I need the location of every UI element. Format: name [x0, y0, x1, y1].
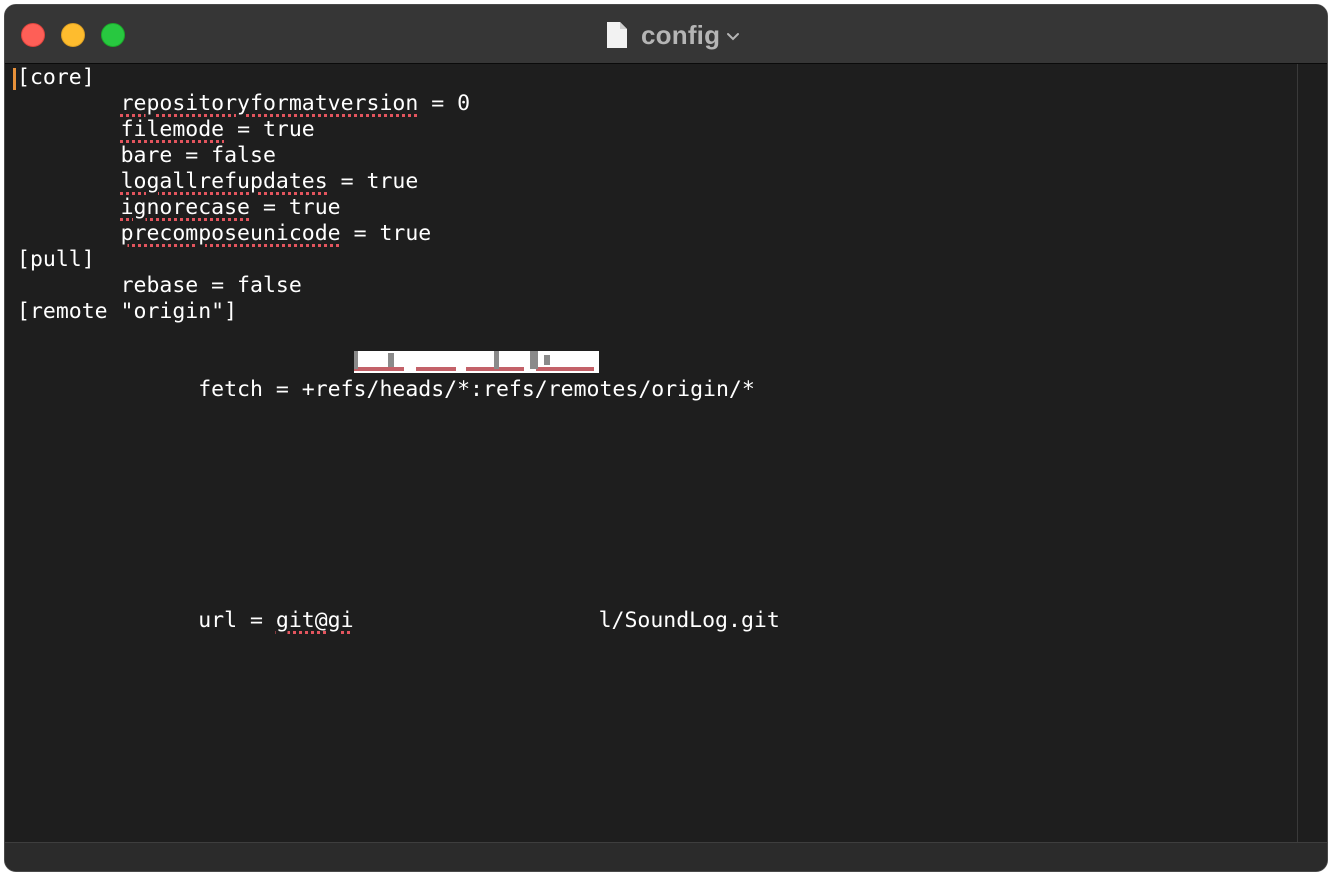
config-line[interactable]: rebase = false	[17, 273, 302, 299]
config-line[interactable]: [pull]	[17, 247, 95, 273]
title-bar[interactable]: config	[5, 5, 1327, 64]
config-line-fetch[interactable]: fetch = +refs/heads/*:refs/remotes/origi…	[17, 351, 755, 402]
line-text: = true	[340, 221, 432, 246]
text-editor-window: config [core] repositoryformatversion = …	[4, 4, 1328, 872]
url-value-end: l/SoundLog.git	[598, 608, 780, 633]
misspelled-word: repositoryformatversion	[120, 91, 419, 116]
config-line[interactable]: logallrefupdates = true	[17, 169, 419, 195]
line-text: = true	[224, 117, 315, 142]
bottom-bar	[5, 842, 1327, 871]
text-editor-area[interactable]: [core] repositoryformatversion = 0 filem…	[5, 64, 1295, 844]
config-line[interactable]: [remote "origin"]	[17, 299, 237, 325]
line-text: [pull]	[17, 247, 95, 272]
line-text: [remote "origin"]	[17, 299, 238, 324]
misspelled-word: ignorecase	[120, 195, 251, 220]
line-text: rebase = false	[120, 273, 302, 298]
line-text: = true	[250, 195, 341, 220]
chevron-down-icon[interactable]	[726, 32, 740, 42]
config-line[interactable]: repositoryformatversion = 0	[17, 91, 471, 117]
config-line[interactable]: ignorecase = true	[17, 195, 341, 221]
config-line[interactable]: bare = false	[17, 143, 276, 169]
url-key: url =	[94, 608, 276, 633]
document-title-menu[interactable]: config	[605, 20, 740, 50]
line-text: bare = false	[120, 143, 276, 168]
zoom-window-button[interactable]	[101, 23, 125, 47]
misspelled-word: filemode	[120, 117, 225, 142]
misspelled-word: logallrefupdates	[120, 169, 328, 194]
misspelled-word: precomposeunicode	[120, 221, 341, 246]
line-text: = true	[327, 169, 419, 194]
vertical-scrollbar[interactable]	[1297, 64, 1327, 844]
url-value-start: git@gi	[275, 608, 354, 633]
minimize-window-button[interactable]	[61, 23, 85, 47]
document-icon	[607, 22, 627, 48]
line-text: [core]	[17, 65, 95, 90]
line-text: = 0	[418, 91, 471, 116]
config-line-url[interactable]: url = git@gi l/SoundLog.git	[17, 325, 780, 633]
close-window-button[interactable]	[21, 23, 45, 47]
config-line[interactable]: filemode = true	[17, 117, 315, 143]
config-line[interactable]: [core]	[17, 65, 95, 91]
config-line[interactable]: precomposeunicode = true	[17, 221, 432, 247]
text-caret	[13, 68, 16, 90]
fetch-text: fetch = +refs/heads/*:refs/remotes/origi…	[94, 377, 755, 402]
document-title: config	[641, 19, 721, 50]
